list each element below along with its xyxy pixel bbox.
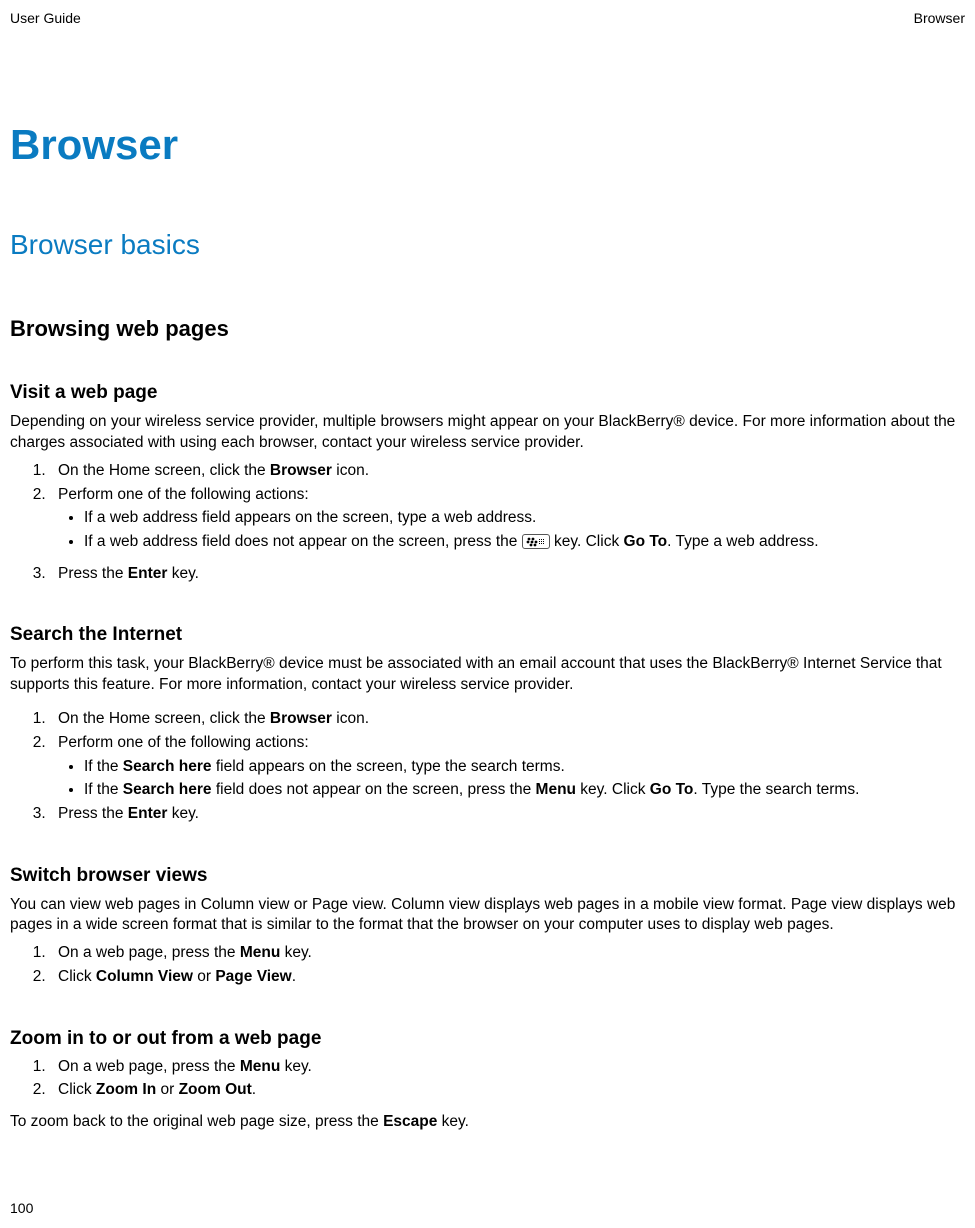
step: Click Column View or Page View. [50, 966, 965, 988]
subsection-title: Browsing web pages [10, 316, 965, 342]
sub-step: If the Search here field does not appear… [84, 779, 965, 801]
section-title: Browser basics [10, 229, 965, 261]
topic-title-search: Search the Internet [10, 624, 965, 646]
chapter-title: Browser [10, 121, 965, 169]
header-left: User Guide [10, 10, 81, 26]
topic-title-visit: Visit a web page [10, 382, 965, 404]
topic-intro-switch: You can view web pages in Column view or… [10, 895, 965, 937]
topic-intro-search: To perform this task, your BlackBerry® d… [10, 654, 965, 696]
step: Press the Enter key. [50, 563, 965, 585]
step: Click Zoom In or Zoom Out. [50, 1079, 965, 1101]
step: Perform one of the following actions: If… [50, 732, 965, 801]
sub-step: If the Search here field appears on the … [84, 756, 965, 778]
step: Perform one of the following actions: If… [50, 484, 965, 553]
page-number: 100 [10, 1200, 33, 1216]
blackberry-key-icon [522, 534, 550, 549]
step: On the Home screen, click the Browser ic… [50, 460, 965, 482]
zoom-steps: On a web page, press the Menu key. Click… [10, 1056, 965, 1101]
step: On the Home screen, click the Browser ic… [50, 708, 965, 730]
switch-steps: On a web page, press the Menu key. Click… [10, 942, 965, 987]
zoom-post: To zoom back to the original web page si… [10, 1113, 965, 1131]
sub-step: If a web address field does not appear o… [84, 531, 965, 553]
visit-steps: On the Home screen, click the Browser ic… [10, 460, 965, 584]
step: On a web page, press the Menu key. [50, 1056, 965, 1078]
topic-title-switch: Switch browser views [10, 865, 965, 887]
step: On a web page, press the Menu key. [50, 942, 965, 964]
topic-title-zoom: Zoom in to or out from a web page [10, 1028, 965, 1050]
search-steps: On the Home screen, click the Browser ic… [10, 708, 965, 824]
sub-step: If a web address field appears on the sc… [84, 507, 965, 529]
topic-intro-visit: Depending on your wireless service provi… [10, 412, 965, 454]
step: Press the Enter key. [50, 803, 965, 825]
page-header: User Guide Browser [10, 10, 965, 26]
header-right: Browser [914, 10, 965, 26]
